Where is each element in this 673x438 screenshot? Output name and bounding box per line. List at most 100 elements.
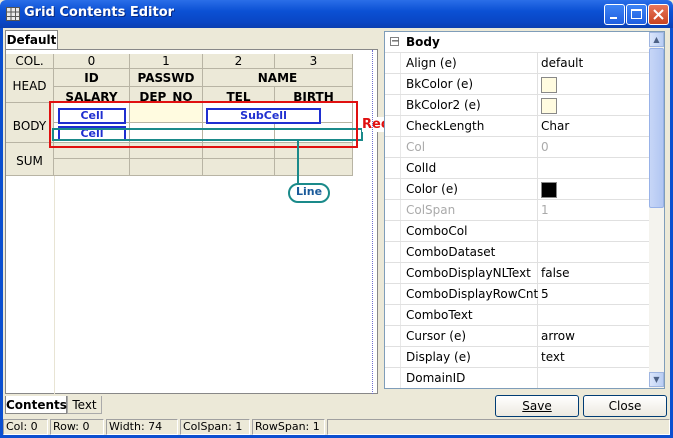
property-value[interactable]: false [541, 263, 649, 283]
property-name: BkColor2 (e) [406, 95, 538, 115]
gutter-line [54, 176, 55, 394]
scroll-up-button[interactable]: ▲ [649, 32, 664, 47]
sum-cell-4[interactable] [54, 159, 130, 176]
property-row[interactable]: Col 0 [385, 137, 649, 158]
tab-default[interactable]: Default [5, 30, 58, 50]
property-name: BkColor (e) [406, 74, 538, 94]
property-name: Display (e) [406, 347, 538, 367]
property-grid[interactable]: − Body Align (e) default BkColor (e) BkColo… [384, 31, 665, 389]
grid-app-icon [6, 7, 20, 21]
scroll-down-button[interactable]: ▼ [649, 372, 664, 387]
property-name: ComboCol [406, 221, 538, 241]
col-header-1[interactable]: 1 [130, 54, 203, 69]
tab-text[interactable]: Text [67, 396, 102, 414]
property-name: ComboDisplayNLText [406, 263, 538, 283]
property-row[interactable]: ComboDisplayNLText false [385, 263, 649, 284]
col-header-2[interactable]: 2 [203, 54, 275, 69]
property-value[interactable] [541, 221, 649, 241]
property-value[interactable]: 0 [541, 137, 649, 157]
property-value[interactable] [541, 242, 649, 262]
save-button-label: Save [522, 399, 552, 413]
row-label-head[interactable]: HEAD [6, 69, 54, 103]
property-name: DomainID [406, 368, 538, 388]
section-title: Body [406, 35, 440, 49]
property-row[interactable]: BkColor (e) [385, 74, 649, 95]
collapse-icon[interactable]: − [390, 37, 399, 47]
property-value[interactable] [541, 179, 649, 199]
property-row[interactable]: ComboDisplayRowCnt 5 [385, 284, 649, 305]
property-row[interactable]: BkColor2 (e) [385, 95, 649, 116]
property-row[interactable]: ComboText [385, 305, 649, 326]
property-name: ColSpan [406, 200, 538, 220]
property-row[interactable]: ColSpan 1 [385, 200, 649, 221]
window-title: Grid Contents Editor [24, 5, 175, 20]
close-button[interactable]: Close [583, 395, 667, 417]
property-value[interactable] [541, 368, 649, 388]
tab-contents[interactable]: Contents [5, 396, 67, 414]
property-name: ComboDisplayRowCnt [406, 284, 538, 304]
property-value[interactable]: arrow [541, 326, 649, 346]
editor-window: Grid Contents Editor Default COL. 0 1 2 … [0, 0, 673, 438]
property-row[interactable]: DomainID [385, 368, 649, 388]
color-swatch[interactable] [541, 181, 557, 198]
property-value[interactable] [541, 74, 649, 94]
col-header-0[interactable]: 0 [54, 54, 130, 69]
line-connector [297, 141, 299, 184]
property-row[interactable]: Color (e) [385, 179, 649, 200]
status-colspan: ColSpan: 1 [180, 419, 250, 435]
close-window-button[interactable] [648, 4, 669, 25]
color-swatch[interactable] [541, 97, 557, 114]
maximize-button[interactable] [626, 4, 647, 25]
property-value[interactable]: 1 [541, 200, 649, 220]
property-row[interactable]: Display (e) text [385, 347, 649, 368]
save-button[interactable]: Save [495, 395, 579, 417]
property-name: Color (e) [406, 179, 538, 199]
status-col: Col: 0 [3, 419, 48, 435]
col-header-3[interactable]: 3 [275, 54, 353, 69]
property-row[interactable]: ComboDataset [385, 242, 649, 263]
sum-cell-7[interactable] [275, 159, 353, 176]
property-row[interactable]: Cursor (e) arrow [385, 326, 649, 347]
property-value[interactable] [541, 158, 649, 178]
maximize-icon [631, 9, 642, 19]
grid-canvas[interactable]: COL. 0 1 2 3 HEAD ID PASSWD NAME SALARY … [6, 50, 416, 394]
property-section-header[interactable]: − Body [385, 32, 649, 53]
head-cell-name[interactable]: NAME [203, 69, 353, 87]
property-name: Align (e) [406, 53, 538, 73]
status-rowspan: RowSpan: 1 [252, 419, 325, 435]
property-value[interactable] [541, 305, 649, 325]
row-label-sum[interactable]: SUM [6, 143, 54, 176]
property-scrollbar[interactable]: ▲ ▼ [649, 32, 664, 388]
sum-cell-6[interactable] [203, 159, 275, 176]
property-name: CheckLength [406, 116, 538, 136]
sum-cell-5[interactable] [130, 159, 203, 176]
head-cell-passwd[interactable]: PASSWD [130, 69, 203, 87]
property-row[interactable]: ColId [385, 158, 649, 179]
head-cell-id[interactable]: ID [54, 69, 130, 87]
status-bar: Col: 0 Row: 0 Width: 74 ColSpan: 1 RowSp… [3, 419, 670, 435]
minimize-button[interactable] [604, 4, 625, 25]
property-value[interactable]: 5 [541, 284, 649, 304]
line-label: Line [288, 183, 330, 203]
scroll-thumb[interactable] [649, 48, 664, 208]
property-row[interactable]: Align (e) default [385, 53, 649, 74]
property-name: Cursor (e) [406, 326, 538, 346]
property-row[interactable]: ComboCol [385, 221, 649, 242]
grid-designer[interactable]: COL. 0 1 2 3 HEAD ID PASSWD NAME SALARY … [5, 49, 416, 394]
title-bar[interactable]: Grid Contents Editor [0, 0, 673, 28]
chevron-up-icon: ▲ [653, 35, 660, 44]
color-swatch[interactable] [541, 76, 557, 93]
property-value[interactable]: text [541, 347, 649, 367]
property-row[interactable]: CheckLength Char [385, 116, 649, 137]
property-name: ComboText [406, 305, 538, 325]
property-value[interactable]: Char [541, 116, 649, 136]
status-width: Width: 74 [106, 419, 178, 435]
row-label-body[interactable]: BODY [6, 103, 54, 143]
property-name: ColId [406, 158, 538, 178]
record-annotation-box [49, 101, 358, 148]
property-value[interactable] [541, 95, 649, 115]
minimize-icon [610, 17, 617, 19]
chevron-down-icon: ▼ [653, 375, 660, 384]
property-name: ComboDataset [406, 242, 538, 262]
property-value[interactable]: default [541, 53, 649, 73]
